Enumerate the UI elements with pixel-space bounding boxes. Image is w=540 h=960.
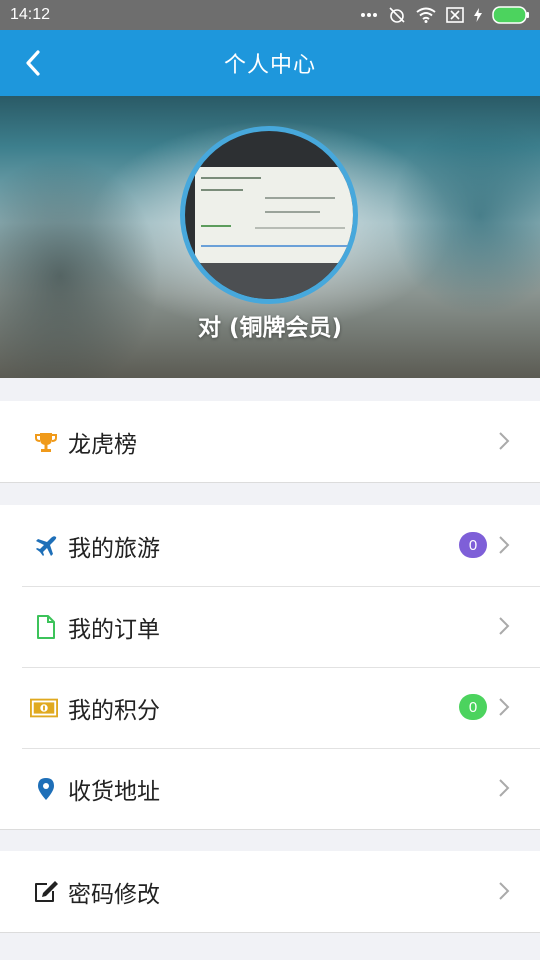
menu-group-ranking: 龙虎榜	[0, 401, 540, 483]
menu-item-my-points[interactable]: 我的积分 0	[0, 667, 540, 748]
chevron-right-icon	[499, 882, 510, 900]
alarm-off-icon	[389, 7, 405, 23]
menu-item-my-travel[interactable]: 我的旅游 0	[0, 505, 540, 586]
menu-item-label: 收货地址	[68, 778, 160, 805]
money-icon	[30, 694, 58, 722]
username: 对 (铜牌会员)	[197, 315, 343, 341]
profile-banner: 对 (铜牌会员)	[0, 96, 540, 378]
chevron-right-icon	[499, 432, 510, 450]
charging-icon	[474, 8, 482, 22]
banner-shade	[0, 156, 160, 378]
location-pin-icon	[32, 775, 60, 803]
menu-item-shipping-address[interactable]: 收货地址	[0, 748, 540, 829]
more-dots-icon	[361, 13, 377, 17]
avatar[interactable]	[180, 126, 358, 304]
avatar-photo-keyboard	[185, 263, 353, 299]
sim-off-icon	[446, 7, 464, 23]
chevron-right-icon	[499, 617, 510, 635]
edit-icon	[32, 878, 60, 906]
count-badge: 0	[459, 694, 487, 720]
status-time: 14:12	[10, 6, 51, 23]
chevron-right-icon	[499, 536, 510, 554]
document-icon	[32, 613, 60, 641]
back-arrow-icon	[26, 50, 40, 76]
status-icons	[360, 6, 530, 24]
battery-icon	[492, 6, 529, 24]
chevron-right-icon	[499, 698, 510, 716]
menu-item-label: 龙虎榜	[68, 431, 137, 458]
airplane-icon	[32, 532, 60, 560]
menu-group-security: 密码修改	[0, 851, 540, 933]
back-button[interactable]	[18, 48, 48, 78]
menu-item-label: 我的旅游	[68, 535, 160, 562]
avatar-photo	[195, 167, 353, 263]
banner-shade	[390, 116, 540, 316]
title-bar: 个人中心	[0, 30, 540, 96]
wifi-icon	[416, 7, 436, 23]
menu-item-change-password[interactable]: 密码修改	[0, 851, 540, 932]
menu-item-label: 我的积分	[68, 697, 160, 724]
menu-group-account: 我的旅游 0 我的订单 我的积分 0 收货地址	[0, 505, 540, 830]
page-title: 个人中心	[223, 53, 316, 78]
menu-item-my-orders[interactable]: 我的订单	[0, 586, 540, 667]
menu-item-label: 密码修改	[68, 881, 160, 908]
menu-item-leaderboard[interactable]: 龙虎榜	[0, 401, 540, 482]
status-bar: 14:12	[0, 0, 540, 30]
trophy-icon	[32, 428, 60, 456]
count-badge: 0	[459, 532, 487, 558]
chevron-right-icon	[499, 779, 510, 797]
menu-item-label: 我的订单	[68, 616, 160, 643]
